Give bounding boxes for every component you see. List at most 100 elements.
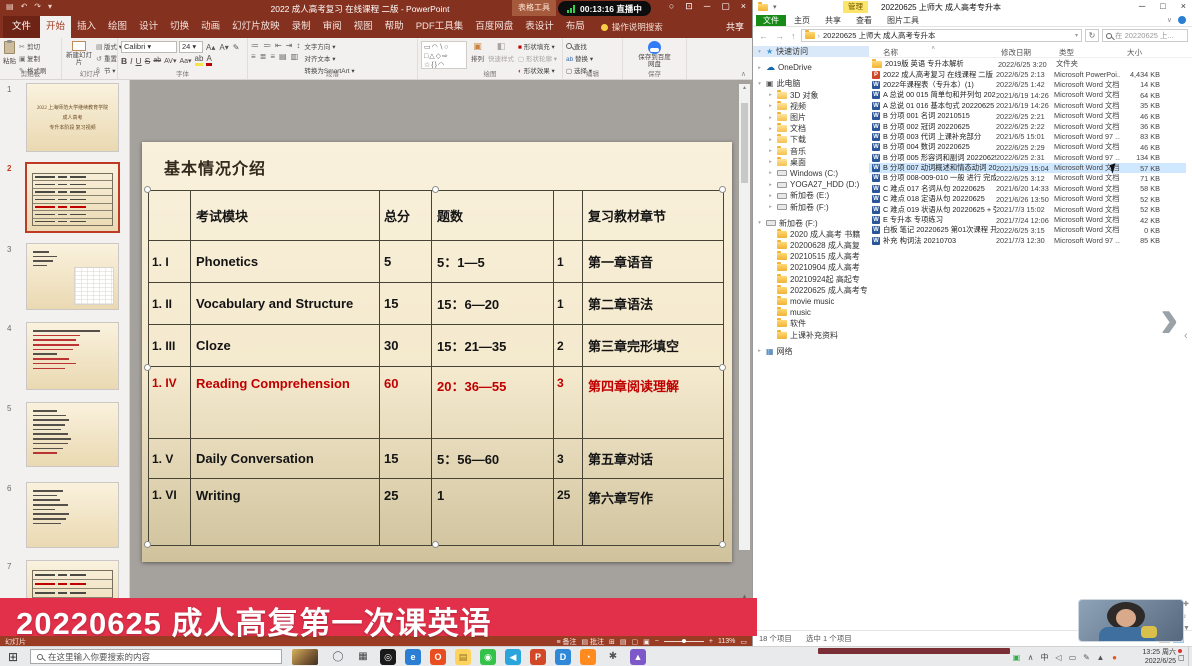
- sidebar-item-9[interactable]: ▸音乐: [753, 146, 869, 157]
- ppt-tab-9[interactable]: 录制: [286, 16, 317, 38]
- next-page-chevron-icon[interactable]: ›: [1160, 288, 1179, 348]
- titlebar-dropdown-icon[interactable]: ▾: [773, 3, 777, 11]
- file-row[interactable]: WB 分项 005 形容词和副词 202206252022/6/25 2:31M…: [869, 153, 1186, 163]
- webcam-overlay[interactable]: [1078, 599, 1184, 642]
- view-slideshow-icon[interactable]: ▣: [643, 638, 650, 646]
- sidebar-item-20[interactable]: 20210924起 高起专: [753, 274, 869, 285]
- slide[interactable]: 基本情况介绍 考试模块总分题数复习教材章节1. IPhonetics55：1—5…: [142, 142, 732, 562]
- file-row[interactable]: WA 总说 00 015 简单句和并列句 202206252021/6/19 1…: [869, 90, 1186, 100]
- strikethrough-button[interactable]: S: [145, 56, 151, 66]
- news-widget-icon[interactable]: [292, 649, 318, 665]
- breadcrumb[interactable]: ›20220625 上师大 成人高考专升本▾: [801, 29, 1083, 42]
- line-spacing-icon[interactable]: ↕: [296, 41, 300, 50]
- table-handle[interactable]: [144, 364, 151, 371]
- sidebar-item-10[interactable]: ▸桌面: [753, 157, 869, 168]
- file-row[interactable]: WC 难点 019 状语从句 20220625 + 强调+倒装2021/7/3 …: [869, 204, 1186, 214]
- highlight-color-button[interactable]: ab: [195, 55, 204, 66]
- ppt-tab-16[interactable]: 布局: [560, 16, 591, 38]
- shrink-font-icon[interactable]: A▾: [218, 43, 229, 52]
- tray-antivirus-icon[interactable]: ▣: [1012, 653, 1021, 662]
- taskbar-app-edge[interactable]: e: [405, 649, 421, 665]
- sidebar-item-7[interactable]: ▸文档: [753, 123, 869, 134]
- column-header-1[interactable]: 名称: [883, 47, 898, 58]
- file-row[interactable]: WB 分项 004 数词 202206252022/6/25 2:29Micro…: [869, 142, 1186, 152]
- underline-button[interactable]: U: [136, 56, 142, 66]
- file-row[interactable]: WC 难点 018 定语从句 202206252021/6/26 13:50Mi…: [869, 194, 1186, 204]
- sidebar-item-5[interactable]: ▸视频: [753, 101, 869, 112]
- file-row[interactable]: 2019版 英语 专升本解析2022/6/25 3:20文件夹: [869, 59, 1186, 69]
- file-row[interactable]: WB 分项 001 名词 202105152022/6/25 2:21Micro…: [869, 111, 1186, 121]
- file-row[interactable]: W白板 笔记 20220625 第01次课程 开始2022/6/25 3:15M…: [869, 225, 1186, 235]
- file-row[interactable]: WA 总说 01 016 基本句式 202206252021/6/19 14:2…: [869, 101, 1186, 111]
- ppt-tab-7[interactable]: 动画: [195, 16, 226, 38]
- numbering-icon[interactable]: ≕: [263, 41, 271, 50]
- collapse-chevron-icon[interactable]: ‹: [1184, 330, 1188, 342]
- save-to-netdisk-button[interactable]: 保存到百度网盘: [638, 54, 672, 69]
- notes-button[interactable]: ≡ 备注: [556, 637, 576, 647]
- explorer-menu-4[interactable]: 查看: [849, 15, 879, 26]
- show-desktop-button[interactable]: [1188, 647, 1192, 666]
- table-handle[interactable]: [432, 541, 439, 548]
- tray-ime-icon[interactable]: 中: [1040, 652, 1049, 663]
- table-handle[interactable]: [719, 541, 726, 548]
- explorer-menu-5[interactable]: 图片工具: [880, 15, 926, 26]
- table-handle[interactable]: [144, 186, 151, 193]
- align-text-button[interactable]: 对齐文本 ▾: [304, 53, 354, 63]
- sidebar-item-17[interactable]: 20200628 成人高复: [753, 240, 869, 251]
- sidebar-item-2[interactable]: ▸OneDrive: [753, 62, 869, 73]
- view-normal-icon[interactable]: ⊞: [609, 638, 615, 646]
- view-sorter-icon[interactable]: ▤: [620, 638, 627, 646]
- outdent-icon[interactable]: ⇤: [275, 41, 282, 50]
- align-center-icon[interactable]: ≣: [260, 52, 267, 61]
- bold-button[interactable]: B: [121, 56, 127, 66]
- taskbar-app-dingtalk[interactable]: D: [555, 649, 571, 665]
- text-direction-button[interactable]: 文字方向 ▾: [304, 41, 354, 51]
- file-row[interactable]: WB 分项 007 动词概述和情态动词 202206252021/5/29 15…: [869, 163, 1186, 173]
- case-button[interactable]: Aa▾: [179, 57, 191, 65]
- explorer-search-input[interactable]: 在 20220625 上...: [1102, 29, 1188, 42]
- taskbar-app-task-view[interactable]: ▦: [355, 649, 371, 665]
- sidebar-item-12[interactable]: ▸YOGA27_HDD (D:): [753, 179, 869, 190]
- font-name-combo[interactable]: Calibri ▾: [121, 41, 177, 53]
- share-button[interactable]: 共享: [726, 16, 744, 38]
- maximize-button[interactable]: ▢: [721, 1, 730, 12]
- file-row[interactable]: WE 专升本 专项练习2021/7/24 12:06Microsoft Word…: [869, 215, 1186, 225]
- slide-scrollbar[interactable]: ▴: [739, 84, 750, 550]
- ppt-tab-1[interactable]: 文件: [3, 16, 40, 38]
- font-color-button[interactable]: A: [206, 55, 211, 66]
- sidebar-item-16[interactable]: 2020 成人高考 书籍: [753, 229, 869, 240]
- taskbar-app-wechat[interactable]: ◉: [480, 649, 496, 665]
- up-icon[interactable]: ↑: [789, 31, 798, 41]
- column-header-2[interactable]: 修改日期: [1001, 47, 1031, 58]
- file-row[interactable]: W2022年课程表（专升本）(1)2022/6/25 1:42Microsoft…: [869, 80, 1186, 90]
- maximize-button[interactable]: □: [1160, 1, 1165, 11]
- explorer-menu-2[interactable]: 主页: [787, 15, 817, 26]
- redo-icon[interactable]: ↷: [34, 2, 41, 11]
- ppt-tab-2[interactable]: 开始: [40, 16, 71, 38]
- tray-volume-icon[interactable]: ◁: [1054, 653, 1063, 662]
- table-handle[interactable]: [719, 364, 726, 371]
- back-icon[interactable]: ←: [757, 31, 770, 41]
- indent-icon[interactable]: ⇥: [286, 41, 293, 50]
- grow-font-icon[interactable]: A▴: [205, 43, 216, 52]
- ppt-window-controls[interactable]: ○⊡─▢×: [669, 1, 746, 12]
- zoom-slider[interactable]: [664, 641, 704, 642]
- column-header-3[interactable]: 类型: [1059, 47, 1074, 58]
- sidebar-item-19[interactable]: 20210904 成人高考: [753, 262, 869, 273]
- explorer-menu-1[interactable]: 文件: [756, 15, 786, 26]
- sidebar-item-13[interactable]: ▸新加卷 (E:): [753, 190, 869, 201]
- ppt-tab-11[interactable]: 视图: [348, 16, 379, 38]
- file-row[interactable]: WB 分项 002 冠词 202206252022/6/25 2:22Micro…: [869, 121, 1186, 131]
- shape-fill-button[interactable]: ■ 形状填充 ▾: [518, 41, 557, 51]
- slide-title[interactable]: 基本情况介绍: [164, 155, 266, 179]
- start-button[interactable]: ⊞: [8, 650, 18, 664]
- collapse-ribbon-icon[interactable]: ∧: [741, 70, 746, 78]
- sidebar-item-22[interactable]: movie music: [753, 296, 869, 307]
- sidebar-item-6[interactable]: ▸图片: [753, 112, 869, 123]
- sidebar-item-3[interactable]: ▾此电脑: [753, 78, 869, 89]
- copy-button[interactable]: ▣复制: [19, 53, 47, 63]
- shape-outline-button[interactable]: ▢ 形状轮廓 ▾: [518, 53, 557, 63]
- shadow-button[interactable]: ab: [153, 57, 161, 64]
- new-slide-button[interactable]: 新建幻灯片: [65, 41, 93, 69]
- tray-netdisk-icon[interactable]: ●: [1110, 653, 1119, 662]
